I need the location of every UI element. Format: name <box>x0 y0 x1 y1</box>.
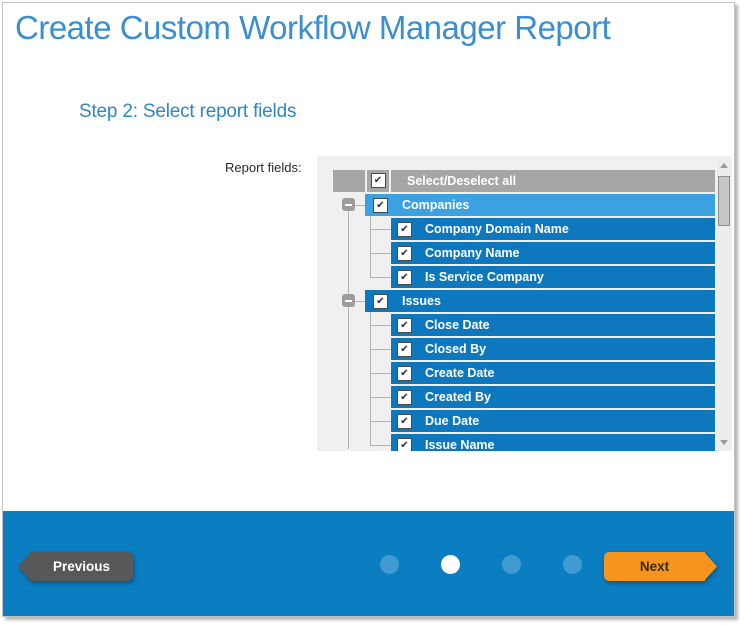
tree-row-label: Company Name <box>425 246 519 260</box>
tree-row-label: Closed By <box>425 342 486 356</box>
tree-connector-line <box>370 349 391 350</box>
tree-row-label: Create Date <box>425 366 494 380</box>
step-dot-3 <box>502 555 521 574</box>
wizard-window: Create Custom Workflow Manager Report St… <box>2 2 735 617</box>
report-fields-tree-panel: ✔Select/Deselect all✔Companies✔Company D… <box>317 156 732 451</box>
previous-button[interactable]: Previous <box>18 552 133 581</box>
scroll-up-icon <box>720 163 728 168</box>
select-all-cell[interactable]: ✔ <box>367 170 389 192</box>
page-title: Create Custom Workflow Manager Report <box>15 9 610 47</box>
tree-row-label: Close Date <box>425 318 490 332</box>
tree-row-issues[interactable]: ✔ Issues <box>365 290 715 312</box>
tree-branch-line <box>370 312 371 445</box>
tree-connector-line <box>370 397 391 398</box>
scrollbar-track[interactable] <box>717 158 731 449</box>
tree-row-company-name[interactable]: ✔ Company Name <box>391 242 715 264</box>
row-checkbox[interactable]: ✔ <box>373 198 388 213</box>
tree-connector-line <box>355 301 365 302</box>
tree-row-close-date[interactable]: ✔ Close Date <box>391 314 715 336</box>
next-button[interactable]: Next <box>604 552 717 581</box>
step-dot-1 <box>380 555 399 574</box>
tree-row-issue-name[interactable]: ✔ Issue Name <box>391 434 715 451</box>
scrollbar-up-button[interactable] <box>717 158 731 172</box>
row-checkbox[interactable]: ✔ <box>397 390 412 405</box>
row-checkbox[interactable]: ✔ <box>397 318 412 333</box>
tree-row-label: Created By <box>425 390 491 404</box>
tree-connector-line <box>370 229 391 230</box>
tree-connector-line <box>370 373 391 374</box>
step-dot-4 <box>563 555 582 574</box>
tree-branch-line <box>370 216 371 277</box>
report-fields-label: Report fields: <box>225 160 302 175</box>
step-heading: Step 2: Select report fields <box>79 101 296 123</box>
tree-connector-line <box>370 445 391 446</box>
previous-button-label: Previous <box>30 552 133 581</box>
previous-arrow-icon <box>18 552 31 581</box>
tree-row-created-by[interactable]: ✔ Created By <box>391 386 715 408</box>
scroll-down-icon <box>720 440 728 445</box>
row-checkbox[interactable]: ✔ <box>373 294 388 309</box>
tree-connector-line <box>370 325 391 326</box>
row-checkbox[interactable]: ✔ <box>397 414 412 429</box>
tree-row-label: Issues <box>402 294 441 308</box>
tree-row-label: Companies <box>402 198 469 212</box>
tree-row-due-date[interactable]: ✔ Due Date <box>391 410 715 432</box>
row-checkbox[interactable]: ✔ <box>397 222 412 237</box>
tree-row-closed-by[interactable]: ✔ Closed By <box>391 338 715 360</box>
tree-row-label: Company Domain Name <box>425 222 569 236</box>
row-checkbox[interactable]: ✔ <box>397 438 412 452</box>
tree-row-label: Is Service Company <box>425 270 544 284</box>
tree-row-is-service-company[interactable]: ✔ Is Service Company <box>391 266 715 288</box>
row-checkbox[interactable]: ✔ <box>397 342 412 357</box>
collapse-button[interactable] <box>342 198 355 211</box>
tree-row-create-date[interactable]: ✔ Create Date <box>391 362 715 384</box>
row-checkbox[interactable]: ✔ <box>397 366 412 381</box>
row-checkbox[interactable]: ✔ <box>397 246 412 261</box>
scrollbar-thumb[interactable] <box>718 176 730 226</box>
tree-connector-line <box>370 253 391 254</box>
tree-header-spacer-cell <box>333 170 365 192</box>
step-dot-2 <box>441 555 460 574</box>
wizard-footer: Previous Next <box>3 511 734 617</box>
tree-row-label: Issue Name <box>425 438 494 451</box>
next-arrow-icon <box>704 552 717 581</box>
tree-row-companies[interactable]: ✔ Companies <box>365 194 715 216</box>
scrollbar-down-button[interactable] <box>717 435 731 449</box>
tree-connector-line <box>355 205 365 206</box>
step-indicator <box>380 555 582 574</box>
tree-connector-line <box>370 421 391 422</box>
tree-row-company-domain-name[interactable]: ✔ Company Domain Name <box>391 218 715 240</box>
select-all-checkbox[interactable]: ✔ <box>371 173 386 188</box>
tree-connector-line <box>370 277 391 278</box>
select-all-label: Select/Deselect all <box>391 170 715 192</box>
row-checkbox[interactable]: ✔ <box>397 270 412 285</box>
next-button-label: Next <box>604 552 705 581</box>
tree-root-line <box>348 205 349 449</box>
collapse-button[interactable] <box>342 294 355 307</box>
tree-row-label: Due Date <box>425 414 479 428</box>
